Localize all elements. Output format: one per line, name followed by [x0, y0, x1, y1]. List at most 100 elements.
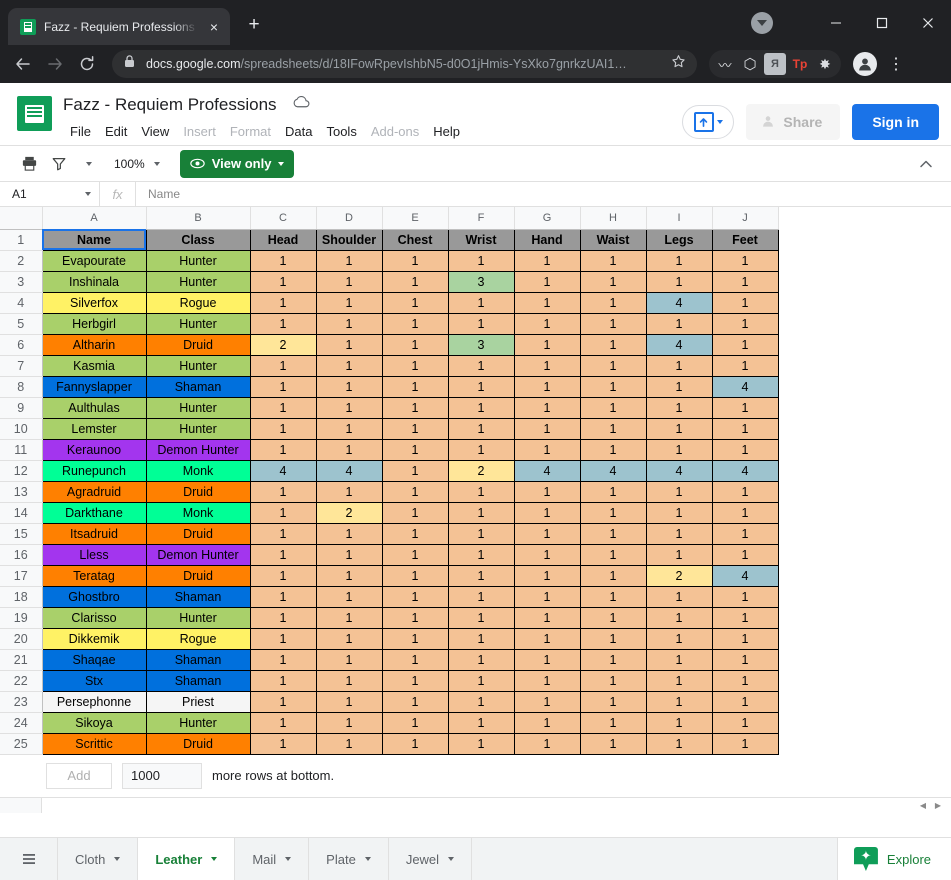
- column-header-I[interactable]: I: [646, 207, 713, 230]
- cell-B4[interactable]: Rogue: [145, 291, 251, 314]
- cell-C6[interactable]: 2: [249, 333, 317, 356]
- cell-G21[interactable]: 1: [513, 648, 581, 671]
- row-number-8[interactable]: 8: [0, 376, 43, 398]
- cell-B9[interactable]: Hunter: [145, 396, 251, 419]
- cell-I12[interactable]: 4: [645, 459, 713, 482]
- cell-B14[interactable]: Monk: [145, 501, 251, 524]
- cell-J10[interactable]: 1: [711, 417, 779, 440]
- cell-E23[interactable]: 1: [381, 690, 449, 713]
- cell-D15[interactable]: 1: [315, 522, 383, 545]
- view-only-button[interactable]: View only: [179, 149, 295, 178]
- column-header-E[interactable]: E: [382, 207, 449, 230]
- row-number-12[interactable]: 12: [0, 460, 43, 482]
- cell-H21[interactable]: 1: [579, 648, 647, 671]
- cell-B24[interactable]: Hunter: [145, 711, 251, 734]
- cell-B25[interactable]: Druid: [145, 732, 251, 755]
- row-number-22[interactable]: 22: [0, 670, 43, 692]
- cell-J4[interactable]: 1: [711, 291, 779, 314]
- cell-F25[interactable]: 1: [447, 732, 515, 755]
- cell-D14[interactable]: 2: [315, 501, 383, 524]
- cell-H23[interactable]: 1: [579, 690, 647, 713]
- cell-I23[interactable]: 1: [645, 690, 713, 713]
- cell-A22[interactable]: Stx: [41, 669, 147, 692]
- header-cell-H1[interactable]: Waist: [579, 228, 647, 251]
- profile-avatar-icon[interactable]: [853, 52, 877, 76]
- cell-B16[interactable]: Demon Hunter: [145, 543, 251, 566]
- row-number-16[interactable]: 16: [0, 544, 43, 566]
- cell-F19[interactable]: 1: [447, 606, 515, 629]
- cell-C10[interactable]: 1: [249, 417, 317, 440]
- cell-H18[interactable]: 1: [579, 585, 647, 608]
- cell-I3[interactable]: 1: [645, 270, 713, 293]
- cell-H25[interactable]: 1: [579, 732, 647, 755]
- menu-file[interactable]: File: [63, 121, 98, 142]
- chevron-down-icon[interactable]: [211, 857, 218, 861]
- menu-insert[interactable]: Insert: [176, 121, 223, 142]
- row-number-6[interactable]: 6: [0, 334, 43, 356]
- cell-H22[interactable]: 1: [579, 669, 647, 692]
- sheet-tab-plate[interactable]: Plate: [309, 838, 389, 880]
- cell-C5[interactable]: 1: [249, 312, 317, 335]
- cell-G8[interactable]: 1: [513, 375, 581, 398]
- cell-A11[interactable]: Keraunoo: [41, 438, 147, 461]
- cell-H13[interactable]: 1: [579, 480, 647, 503]
- cell-B10[interactable]: Hunter: [145, 417, 251, 440]
- cell-I25[interactable]: 1: [645, 732, 713, 755]
- row-number-24[interactable]: 24: [0, 712, 43, 734]
- sheet-tab-mail[interactable]: Mail: [235, 838, 310, 880]
- cell-C2[interactable]: 1: [249, 249, 317, 272]
- minimize-window-button[interactable]: [813, 0, 859, 45]
- cell-C13[interactable]: 1: [249, 480, 317, 503]
- cell-D4[interactable]: 1: [315, 291, 383, 314]
- cell-G2[interactable]: 1: [513, 249, 581, 272]
- cell-D18[interactable]: 1: [315, 585, 383, 608]
- menu-help[interactable]: Help: [426, 121, 467, 142]
- document-title[interactable]: Fazz - Requiem Professions: [63, 95, 277, 115]
- cell-F15[interactable]: 1: [447, 522, 515, 545]
- cell-F8[interactable]: 1: [447, 375, 515, 398]
- cell-E24[interactable]: 1: [381, 711, 449, 734]
- cell-G14[interactable]: 1: [513, 501, 581, 524]
- row-number-17[interactable]: 17: [0, 565, 43, 587]
- row-number-10[interactable]: 10: [0, 418, 43, 440]
- cell-D8[interactable]: 1: [315, 375, 383, 398]
- cell-G23[interactable]: 1: [513, 690, 581, 713]
- cell-E6[interactable]: 1: [381, 333, 449, 356]
- sign-in-button[interactable]: Sign in: [852, 104, 939, 140]
- cell-E13[interactable]: 1: [381, 480, 449, 503]
- cell-E10[interactable]: 1: [381, 417, 449, 440]
- cell-J13[interactable]: 1: [711, 480, 779, 503]
- cell-B15[interactable]: Druid: [145, 522, 251, 545]
- cell-B6[interactable]: Druid: [145, 333, 251, 356]
- cell-G7[interactable]: 1: [513, 354, 581, 377]
- cell-E2[interactable]: 1: [381, 249, 449, 272]
- cell-D25[interactable]: 1: [315, 732, 383, 755]
- row-number-23[interactable]: 23: [0, 691, 43, 713]
- cell-J20[interactable]: 1: [711, 627, 779, 650]
- cell-E4[interactable]: 1: [381, 291, 449, 314]
- all-sheets-icon[interactable]: [0, 838, 58, 880]
- cell-D5[interactable]: 1: [315, 312, 383, 335]
- print-icon[interactable]: [16, 151, 42, 177]
- scroll-right-icon[interactable]: ▶: [931, 799, 945, 813]
- cell-C24[interactable]: 1: [249, 711, 317, 734]
- row-number-1[interactable]: 1: [0, 229, 43, 251]
- cell-B5[interactable]: Hunter: [145, 312, 251, 335]
- cell-F18[interactable]: 1: [447, 585, 515, 608]
- cell-H3[interactable]: 1: [579, 270, 647, 293]
- chevron-down-icon[interactable]: [448, 857, 455, 861]
- cell-D21[interactable]: 1: [315, 648, 383, 671]
- column-header-D[interactable]: D: [316, 207, 383, 230]
- cell-E21[interactable]: 1: [381, 648, 449, 671]
- cell-A3[interactable]: Inshinala: [41, 270, 147, 293]
- cell-J16[interactable]: 1: [711, 543, 779, 566]
- cell-D11[interactable]: 1: [315, 438, 383, 461]
- cell-J24[interactable]: 1: [711, 711, 779, 734]
- cell-J7[interactable]: 1: [711, 354, 779, 377]
- address-bar[interactable]: docs.google.com/spreadsheets/d/18IFowRpe…: [112, 50, 697, 78]
- forward-button[interactable]: [40, 49, 70, 79]
- cell-C9[interactable]: 1: [249, 396, 317, 419]
- cell-C11[interactable]: 1: [249, 438, 317, 461]
- cell-H10[interactable]: 1: [579, 417, 647, 440]
- cell-F11[interactable]: 1: [447, 438, 515, 461]
